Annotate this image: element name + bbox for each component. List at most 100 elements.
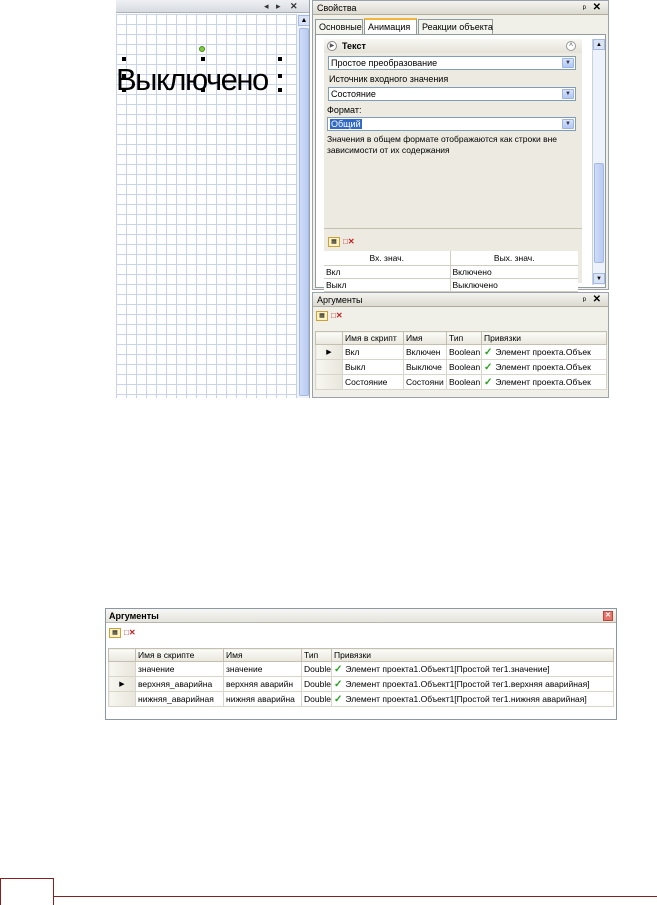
format-label: Формат: <box>327 105 362 115</box>
binding-cell[interactable]: ✓ Элемент проекта1.Объект1[Простой тег1.з… <box>331 661 614 677</box>
row-marker[interactable] <box>315 359 343 375</box>
table-row[interactable]: Выкл Выключено <box>324 278 578 292</box>
resize-handle[interactable] <box>122 88 126 92</box>
pin-icon[interactable]: ᵖ <box>583 293 586 307</box>
column-header[interactable]: Привязки <box>331 648 614 662</box>
arguments-toolbar: ▦ □✕ <box>109 627 136 638</box>
output-value[interactable]: Выключено <box>449 278 578 292</box>
properties-scrollbar[interactable]: ▲ ▼ <box>592 39 605 285</box>
resize-handle[interactable] <box>122 57 126 61</box>
add-row-icon[interactable]: ▦ <box>328 236 340 247</box>
type-cell[interactable]: Double <box>301 691 332 707</box>
scroll-left-icon[interactable]: ◂ <box>264 1 269 12</box>
name-cell[interactable]: Состояни <box>403 374 447 390</box>
input-value[interactable]: Вкл <box>324 265 450 279</box>
script-name-cell[interactable]: нижняя_аварийная <box>135 691 224 707</box>
resize-handle[interactable] <box>278 74 282 78</box>
format-select[interactable]: Общий ▼ <box>327 117 576 131</box>
table-row[interactable]: Состояние Состояни Boolean ✓ Элемент прое… <box>315 374 607 390</box>
binding-cell[interactable]: ✓ Элемент проекта.Объек <box>481 359 607 375</box>
design-grid[interactable]: Выключено <box>116 14 296 398</box>
table-row[interactable]: Выкл Выключе Boolean ✓ Элемент проекта.Об… <box>315 359 607 375</box>
row-marker[interactable] <box>108 691 136 707</box>
column-header[interactable]: Имя <box>223 648 302 662</box>
tab-basic[interactable]: Основные <box>315 19 363 34</box>
expand-icon[interactable]: ▶ <box>327 41 337 51</box>
type-cell[interactable]: Boolean <box>446 359 482 375</box>
name-cell[interactable]: Выключе <box>403 359 447 375</box>
chevron-down-icon[interactable]: ▼ <box>562 58 574 68</box>
column-header[interactable]: Тип <box>301 648 332 662</box>
close-icon[interactable]: ✕ <box>290 1 298 12</box>
column-header[interactable]: Вх. знач. <box>324 251 450 266</box>
close-icon[interactable]: ✕ <box>593 293 601 307</box>
text-group-header[interactable]: ▶ Текст ˄ <box>324 39 582 53</box>
row-marker[interactable]: ▶ <box>108 676 136 692</box>
type-cell[interactable]: Double <box>301 676 332 692</box>
name-cell[interactable]: значение <box>223 661 302 677</box>
column-header[interactable]: Имя <box>403 331 447 345</box>
designer-scrollbar[interactable]: ▲ <box>296 14 309 398</box>
delete-row-icon[interactable]: □✕ <box>343 237 355 246</box>
column-header[interactable]: Имя в скрипте <box>135 648 224 662</box>
tab-object-reactions[interactable]: Реакции объекта <box>418 19 493 34</box>
script-name-cell[interactable]: Вкл <box>342 344 404 360</box>
type-cell[interactable]: Boolean <box>446 374 482 390</box>
table-row[interactable]: ▶ Вкл Включен Boolean ✓ Элемент проекта.О… <box>315 344 607 360</box>
scroll-down-icon[interactable]: ▼ <box>593 273 605 284</box>
script-name-cell[interactable]: значение <box>135 661 224 677</box>
table-row[interactable]: значение значение Double ✓ Элемент проект… <box>108 661 614 677</box>
row-header-corner <box>108 648 136 662</box>
divider <box>324 228 582 229</box>
resize-handle[interactable] <box>122 74 126 78</box>
name-cell[interactable]: верхняя аварийн <box>223 676 302 692</box>
script-name-cell[interactable]: Состояние <box>342 374 404 390</box>
row-marker[interactable] <box>315 374 343 390</box>
chevron-down-icon[interactable]: ▼ <box>562 119 574 129</box>
row-marker[interactable]: ▶ <box>315 344 343 360</box>
scroll-up-icon[interactable]: ▲ <box>593 39 605 50</box>
binding-cell[interactable]: ✓ Элемент проекта.Объек <box>481 344 607 360</box>
scroll-up-icon[interactable]: ▲ <box>298 15 309 26</box>
resize-handle[interactable] <box>278 57 282 61</box>
rotate-handle[interactable] <box>199 46 205 52</box>
resize-handle[interactable] <box>201 88 205 92</box>
name-cell[interactable]: нижняя аварийна <box>223 691 302 707</box>
add-argument-icon[interactable]: ▦ <box>109 627 121 638</box>
binding-cell[interactable]: ✓ Элемент проекта.Объек <box>481 374 607 390</box>
chevron-down-icon[interactable]: ▼ <box>562 89 574 99</box>
pin-icon[interactable]: ᵖ <box>583 1 586 15</box>
transform-select[interactable]: Простое преобразование ▼ <box>328 56 576 70</box>
column-header[interactable]: Привязки <box>481 331 607 345</box>
delete-argument-icon[interactable]: □✕ <box>331 311 343 320</box>
column-header[interactable]: Имя в скрипт <box>342 331 404 345</box>
script-name-cell[interactable]: верхняя_аварийна <box>135 676 224 692</box>
type-cell[interactable]: Double <box>301 661 332 677</box>
resize-handle[interactable] <box>201 57 205 61</box>
binding-cell[interactable]: ✓ Элемент проекта1.Объект1[Простой тег1.н… <box>331 691 614 707</box>
add-argument-icon[interactable]: ▦ <box>316 310 328 321</box>
table-row[interactable]: Вкл Включено <box>324 265 578 279</box>
name-cell[interactable]: Включен <box>403 344 447 360</box>
collapse-icon[interactable]: ˄ <box>566 41 576 51</box>
scroll-thumb[interactable] <box>594 163 604 263</box>
binding-cell[interactable]: ✓ Элемент проекта1.Объект1[Простой тег1.в… <box>331 676 614 692</box>
tab-animation[interactable]: Анимация <box>364 18 417 34</box>
scroll-right-icon[interactable]: ▸ <box>276 1 281 12</box>
delete-argument-icon[interactable]: □✕ <box>124 628 136 637</box>
input-value[interactable]: Выкл <box>324 278 450 292</box>
column-header[interactable]: Вых. знач. <box>449 251 578 266</box>
table-row[interactable]: нижняя_аварийная нижняя аварийна Double … <box>108 691 614 707</box>
text-object[interactable]: Выключено <box>116 62 269 98</box>
scroll-thumb[interactable] <box>299 28 309 396</box>
output-value[interactable]: Включено <box>449 265 578 279</box>
script-name-cell[interactable]: Выкл <box>342 359 404 375</box>
row-marker[interactable] <box>108 661 136 677</box>
source-select[interactable]: Состояние ▼ <box>328 87 576 101</box>
type-cell[interactable]: Boolean <box>446 344 482 360</box>
close-icon[interactable]: ✕ <box>603 611 613 621</box>
resize-handle[interactable] <box>278 88 282 92</box>
table-row[interactable]: ▶ верхняя_аварийна верхняя аварийн Doubl… <box>108 676 614 692</box>
close-icon[interactable]: ✕ <box>593 1 601 15</box>
column-header[interactable]: Тип <box>446 331 482 345</box>
